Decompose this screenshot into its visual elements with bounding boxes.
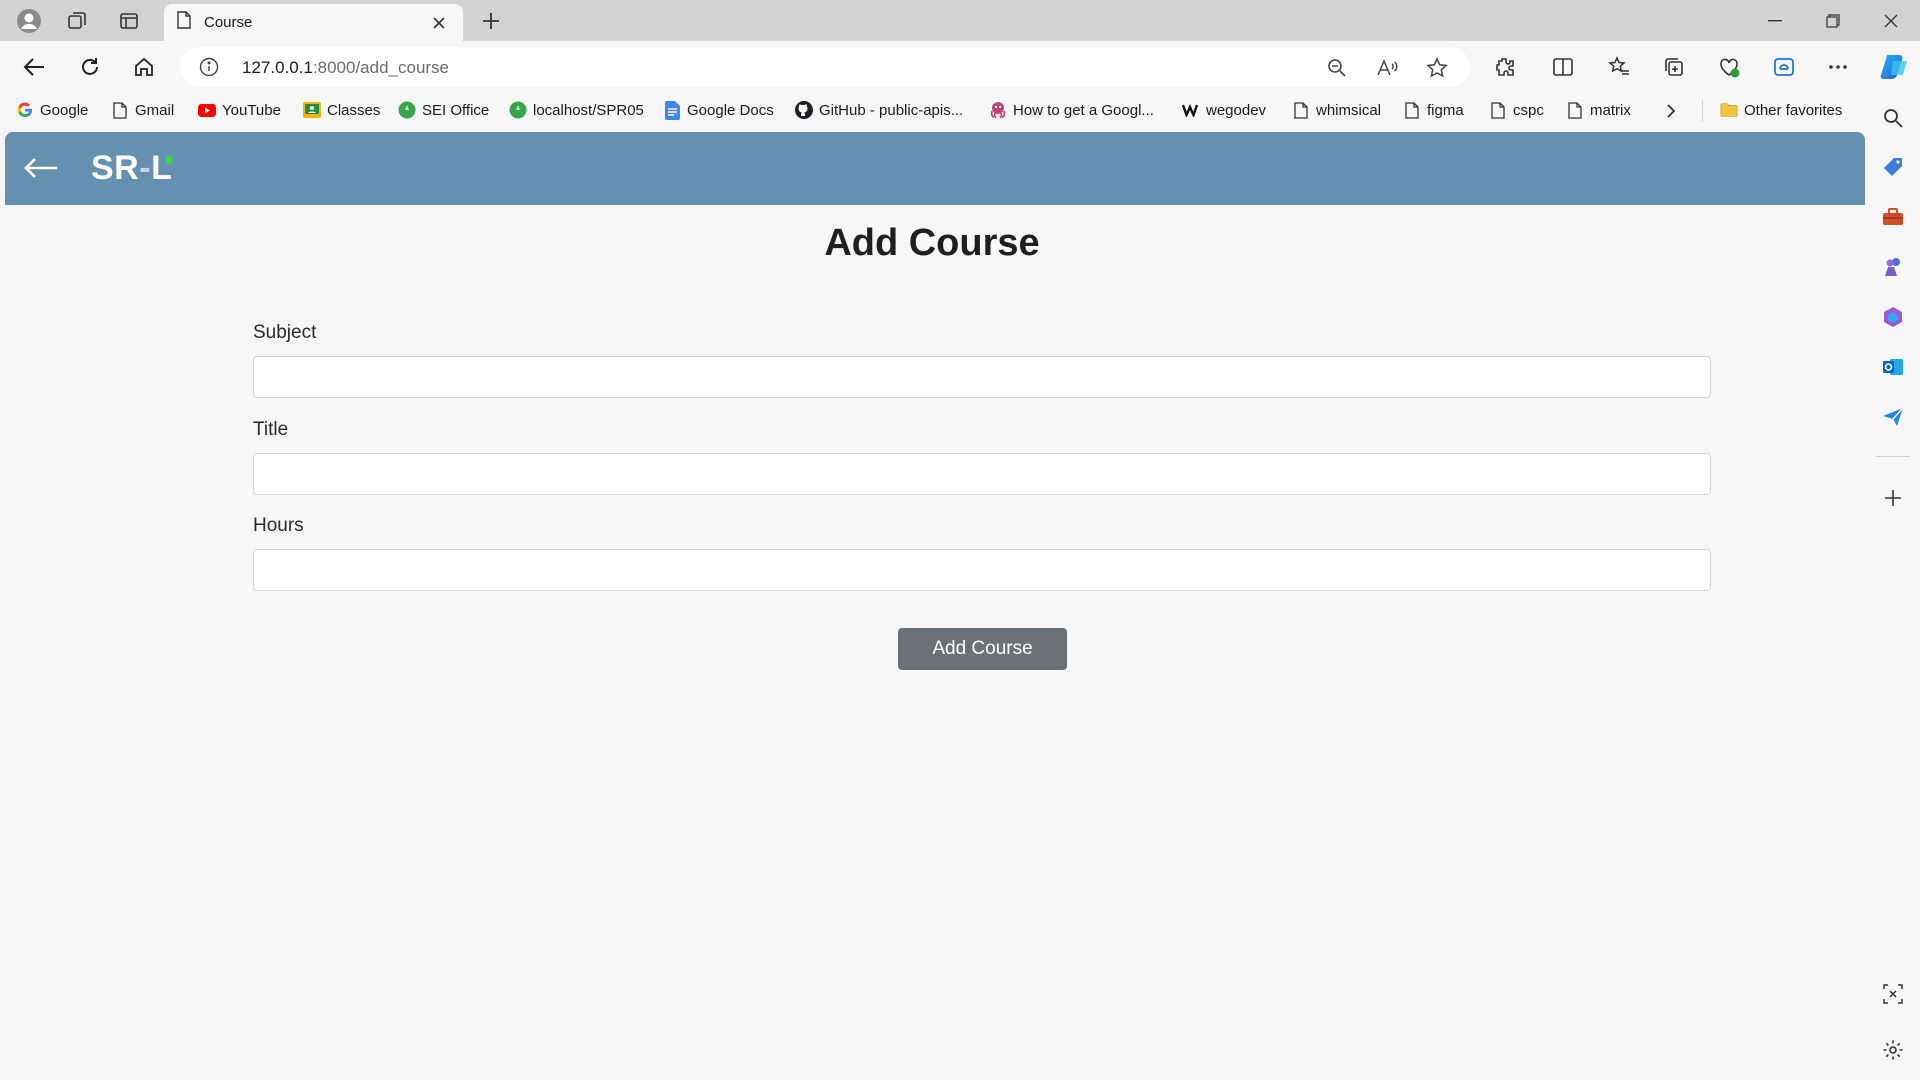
settings-gear-icon[interactable] [1879,1036,1907,1064]
favorite-star-icon[interactable] [1424,55,1450,81]
bookmark-localhost[interactable]: localhost/SPR05 [509,98,644,122]
tab-course[interactable]: Course [164,4,463,41]
sidebar-divider [1876,456,1910,457]
green-circle-icon [398,101,416,119]
favorites-icon[interactable] [1605,53,1633,81]
hours-input[interactable] [253,549,1711,591]
browser-tab-strip: Course [0,0,1920,41]
zoom-out-icon[interactable] [1324,55,1350,81]
copilot-icon[interactable] [1877,49,1913,85]
split-screen-icon[interactable] [1549,53,1577,81]
page-icon [1292,101,1310,119]
screenshot-icon[interactable] [1879,980,1907,1008]
bookmark-youtube[interactable]: YouTube [198,98,281,122]
extensions-icon[interactable] [1491,53,1519,81]
read-aloud-icon[interactable] [1374,55,1400,81]
google-icon [16,101,34,119]
bookmark-wegodev[interactable]: wegodev [1182,98,1266,122]
bookmark-sei-office[interactable]: SEI Office [398,98,489,122]
performance-icon[interactable] [1715,53,1743,81]
back-arrow-icon[interactable] [21,152,61,184]
docs-icon [663,100,681,120]
web-page: SR-L Add Course Subject Title Hours Add … [5,132,1865,1076]
bookmarks-bar: Google Gmail YouTube Classes SEI Office … [0,92,1860,128]
home-icon[interactable] [124,48,164,86]
close-icon[interactable] [427,11,451,35]
bookmark-gmail[interactable]: Gmail [111,98,174,122]
collections-icon[interactable] [1660,53,1688,81]
bookmark-how-to-get[interactable]: How to get a Googl... [989,98,1154,122]
bookmark-other-favorites[interactable]: Other favorites [1720,98,1842,122]
microsoft-365-icon[interactable] [1879,303,1907,331]
page-icon [1403,101,1421,119]
github-icon [795,101,813,119]
add-course-button[interactable]: Add Course [898,628,1067,670]
minimize-icon[interactable] [1746,0,1804,41]
title-input[interactable] [253,453,1711,495]
address-bar[interactable]: 127.0.0.1:8000/add_course [180,47,1470,87]
app-logo[interactable]: SR-L [91,149,172,188]
tools-icon[interactable] [1879,203,1907,231]
folder-icon [1720,101,1738,119]
page-icon [1566,101,1584,119]
add-icon[interactable] [1879,484,1907,512]
restore-icon[interactable] [1804,0,1862,41]
browser-essentials-icon[interactable] [1770,53,1798,81]
edge-sidebar [1866,92,1920,1080]
url-text: 127.0.0.1:8000/add_course [242,58,450,77]
back-icon[interactable] [14,48,54,86]
bookmark-github[interactable]: GitHub - public-apis... [795,98,963,122]
tab-title: Course [204,14,253,31]
workspaces-icon[interactable] [56,6,98,36]
classroom-icon [303,101,321,119]
w-icon [1182,101,1200,119]
tab-actions-icon[interactable] [108,6,150,36]
search-icon[interactable] [1879,104,1907,132]
title-label: Title [253,419,289,440]
outlook-icon[interactable] [1879,353,1907,381]
app-header: SR-L [5,132,1865,205]
bookmark-classes[interactable]: Classes [303,98,380,122]
page-icon [111,101,129,119]
bookmark-google-docs[interactable]: Google Docs [663,98,774,122]
bookmarks-divider [1702,100,1703,122]
browser-toolbar: 127.0.0.1:8000/add_course [0,41,1920,92]
page-title: Add Course [824,222,1040,264]
page-icon [176,11,192,34]
youtube-icon [198,101,216,119]
hours-label: Hours [253,515,304,536]
green-circle-icon [509,101,527,119]
bookmark-whimsical[interactable]: whimsical [1292,98,1381,122]
bookmark-figma[interactable]: figma [1403,98,1464,122]
logo-status-dot [165,156,173,164]
window-close-icon[interactable] [1862,0,1920,41]
subject-label: Subject [253,322,317,343]
profile-icon[interactable] [8,6,50,36]
octopus-icon [989,101,1007,119]
info-icon[interactable] [198,56,220,78]
refresh-icon[interactable] [70,48,110,86]
send-icon[interactable] [1879,403,1907,431]
bookmark-cspc[interactable]: cspc [1489,98,1544,122]
more-options-icon[interactable] [1824,53,1852,81]
page-icon [1489,101,1507,119]
chevron-right-icon[interactable] [1660,100,1682,122]
subject-input[interactable] [253,356,1711,398]
shopping-tag-icon[interactable] [1879,153,1907,181]
bookmark-matrix[interactable]: matrix [1566,98,1631,122]
games-icon[interactable] [1879,253,1907,281]
new-tab-icon[interactable] [474,6,508,36]
bookmark-google[interactable]: Google [16,98,88,122]
